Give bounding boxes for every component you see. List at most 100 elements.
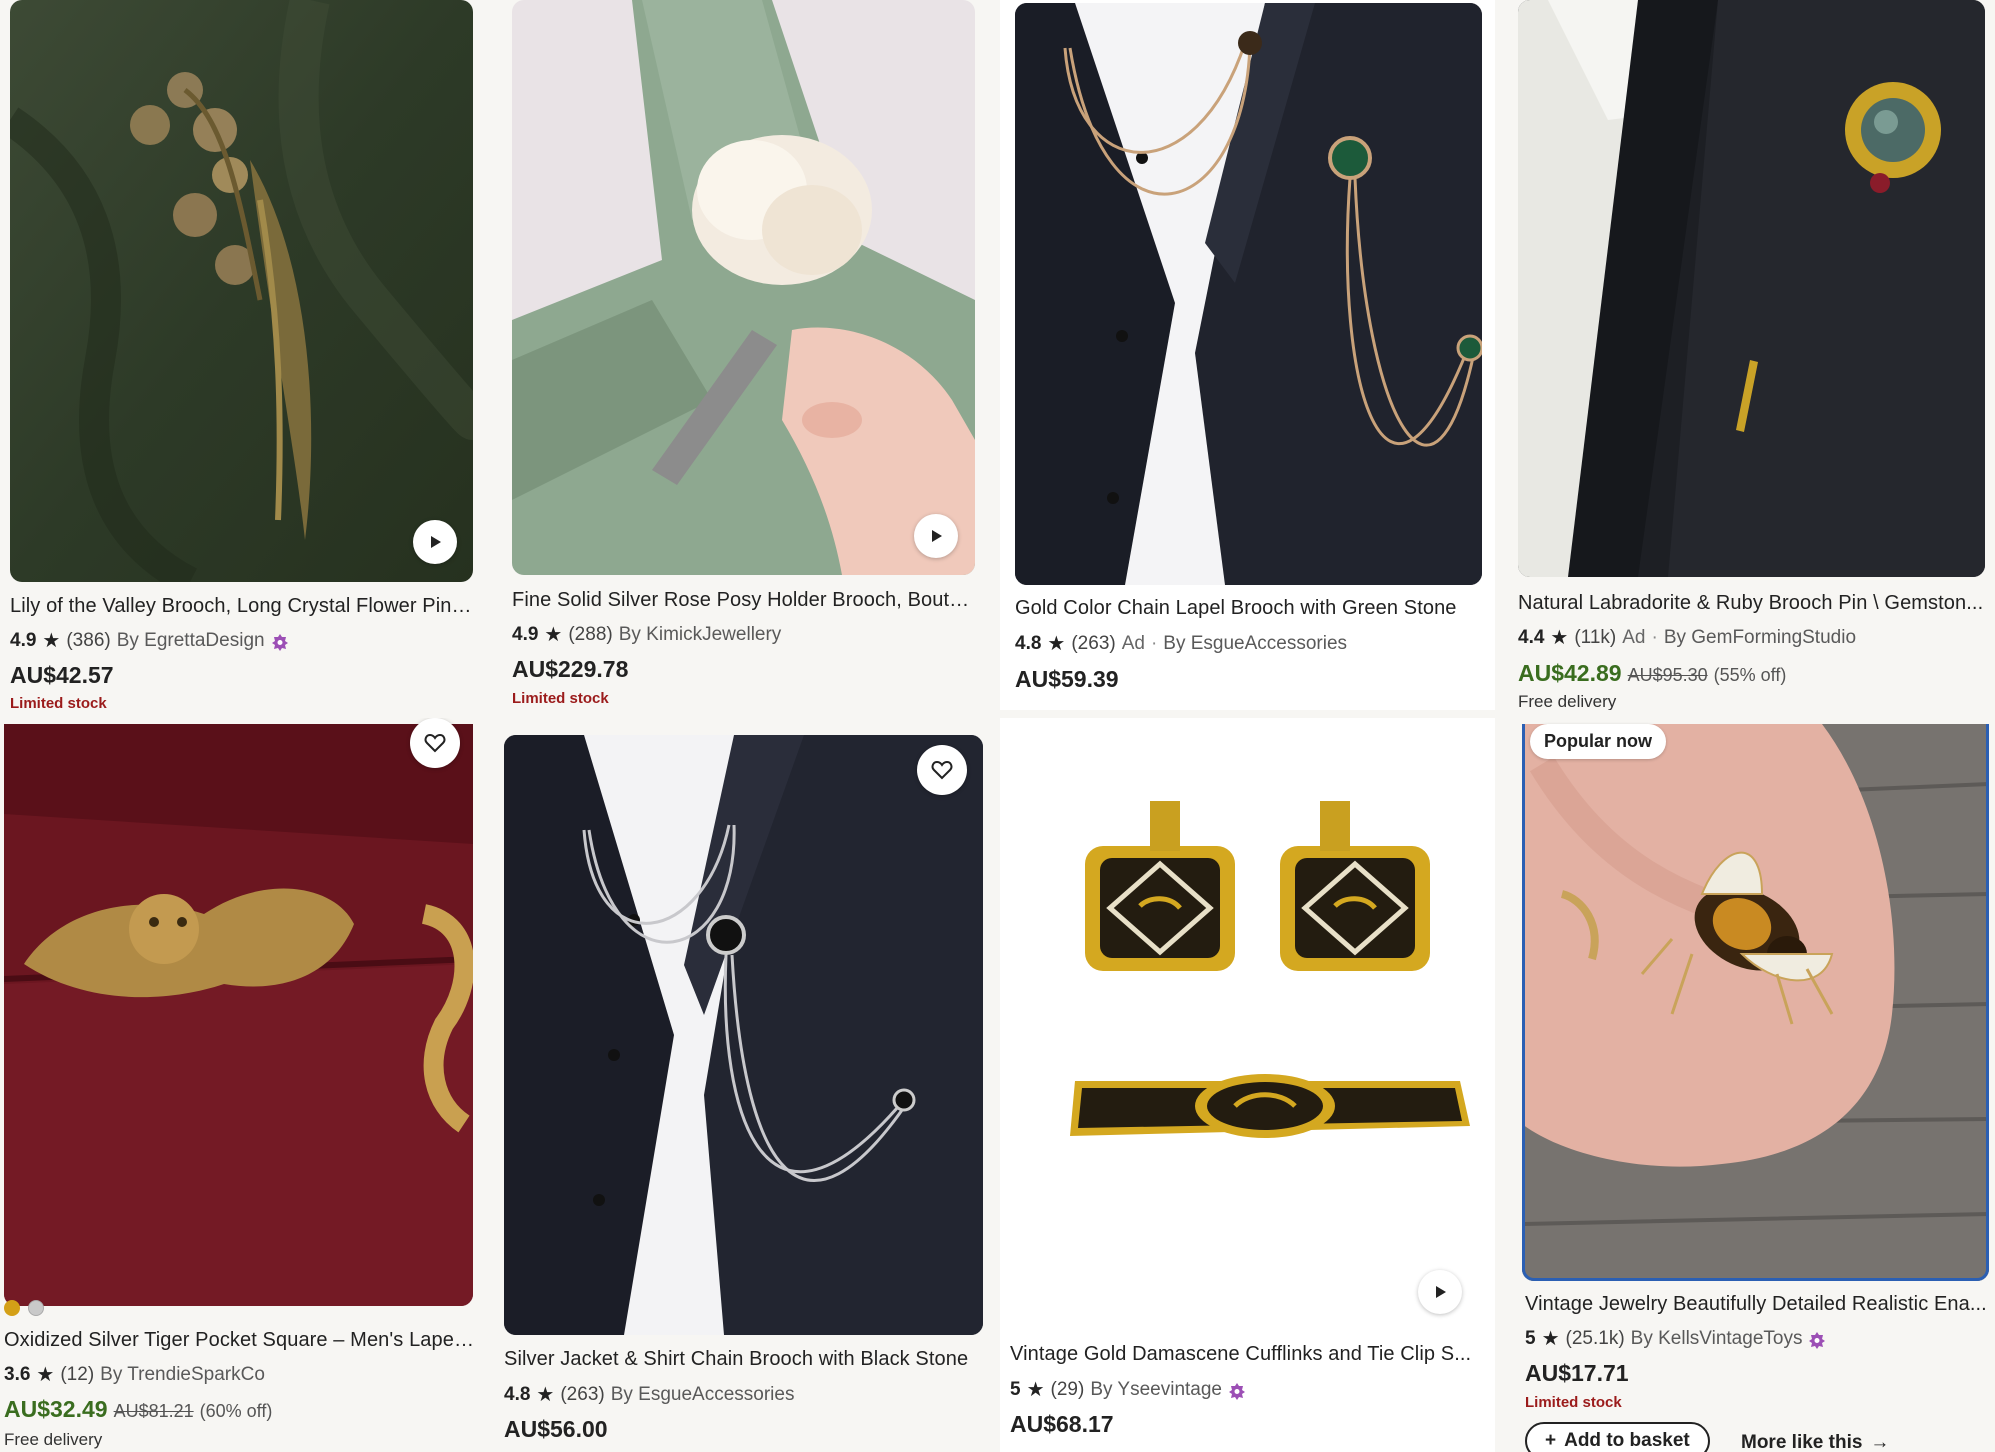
shop-name[interactable]: By KimickJewellery xyxy=(619,624,782,646)
review-count: (263) xyxy=(1071,632,1116,654)
star-seller-icon xyxy=(271,633,288,651)
shop-name[interactable]: By EsgueAccessories xyxy=(1163,633,1347,655)
listing-price: AU$68.17 xyxy=(1010,1411,1114,1438)
listing-card[interactable]: Popular now Vintage Jewelry Beautifully … xyxy=(1505,718,1995,1452)
listing-price: AU$42.89 AU$95.30 (55% off) xyxy=(1518,660,1786,687)
sale-price: AU$42.89 xyxy=(1518,660,1622,686)
color-swatch-gold[interactable] xyxy=(4,1300,20,1316)
rating-value: 4.4 xyxy=(1518,626,1545,648)
rating-value: 3.6 xyxy=(4,1363,31,1385)
listing-price: AU$59.39 xyxy=(1015,666,1119,693)
listing-meta: 5 ★ (29) By Yseevintage xyxy=(1010,1377,1246,1402)
add-to-basket-label: Add to basket xyxy=(1564,1430,1690,1451)
rating-value: 4.8 xyxy=(504,1383,531,1405)
original-price: AU$81.21 xyxy=(113,1401,194,1421)
star-icon: ★ xyxy=(544,624,563,646)
rating-value: 5 xyxy=(1525,1327,1536,1349)
popular-now-badge: Popular now xyxy=(1530,724,1666,759)
shop-name[interactable]: By Yseevintage xyxy=(1090,1379,1222,1401)
more-like-this-label: More like this xyxy=(1741,1432,1863,1452)
listing-meta: 4.9 ★ (288) By KimickJewellery xyxy=(512,622,781,647)
review-count: (11k) xyxy=(1574,626,1617,648)
color-swatch-silver[interactable] xyxy=(28,1300,44,1316)
shop-name[interactable]: By EsgueAccessories xyxy=(611,1384,795,1406)
favorite-button[interactable] xyxy=(917,745,967,795)
discount-percent: (55% off) xyxy=(1713,665,1787,685)
listing-price: AU$17.71 xyxy=(1525,1360,1629,1387)
listing-title[interactable]: Oxidized Silver Tiger Pocket Square – Me… xyxy=(4,1329,474,1352)
listing-title[interactable]: Fine Solid Silver Rose Posy Holder Brooc… xyxy=(512,589,977,612)
heart-icon xyxy=(424,733,446,753)
price-value: AU$56.00 xyxy=(504,1416,608,1442)
limited-stock-note: Limited stock xyxy=(1525,1394,1622,1411)
ad-label: Ad xyxy=(1121,632,1145,654)
listing-card[interactable]: Fine Solid Silver Rose Posy Holder Brooc… xyxy=(500,0,985,710)
favorite-button[interactable] xyxy=(410,718,460,768)
listing-image-gold-chain-brooch[interactable] xyxy=(1015,3,1482,585)
original-price: AU$95.30 xyxy=(1627,665,1708,685)
price-value: AU$59.39 xyxy=(1015,666,1119,692)
arrow-right-icon: → xyxy=(1870,1432,1890,1452)
shop-name[interactable]: By KellsVintageToys xyxy=(1631,1328,1803,1350)
ad-label: Ad xyxy=(1622,626,1646,648)
listing-meta: 4.8 ★ (263) By EsgueAccessories xyxy=(504,1382,794,1407)
sale-price: AU$32.49 xyxy=(4,1396,108,1422)
add-to-basket-button[interactable]: + Add to basket xyxy=(1525,1422,1710,1452)
listing-meta: 4.8 ★ (263) Ad · By EsgueAccessories xyxy=(1015,631,1347,656)
review-count: (12) xyxy=(60,1363,95,1385)
listing-title[interactable]: Silver Jacket & Shirt Chain Brooch with … xyxy=(504,1348,984,1371)
star-icon: ★ xyxy=(36,1364,55,1386)
listing-image-rose-brooch[interactable] xyxy=(512,0,975,575)
review-count: (288) xyxy=(568,623,613,645)
shop-name[interactable]: By GemFormingStudio xyxy=(1664,627,1856,649)
free-delivery-note: Free delivery xyxy=(1518,692,1617,710)
more-like-this-link[interactable]: More like this → xyxy=(1741,1432,1889,1452)
listing-price: AU$32.49 AU$81.21 (60% off) xyxy=(4,1396,272,1423)
listing-card[interactable]: Lily of the Valley Brooch, Long Crystal … xyxy=(0,0,485,710)
shop-name[interactable]: By EgrettaDesign xyxy=(117,630,265,652)
play-video-button[interactable] xyxy=(914,514,958,558)
color-swatches[interactable] xyxy=(4,1300,44,1316)
price-value: AU$42.57 xyxy=(10,662,114,688)
listing-meta: 5 ★ (25.1k) By KellsVintageToys xyxy=(1525,1326,1826,1351)
star-seller-icon xyxy=(1809,1331,1826,1349)
rating-value: 5 xyxy=(1010,1378,1021,1400)
limited-stock-note: Limited stock xyxy=(10,695,107,710)
listing-title[interactable]: Vintage Gold Damascene Cufflinks and Tie… xyxy=(1010,1343,1485,1366)
listing-card[interactable]: Vintage Gold Damascene Cufflinks and Tie… xyxy=(1000,718,1495,1452)
listing-price: AU$229.78 xyxy=(512,656,628,683)
price-value: AU$17.71 xyxy=(1525,1360,1629,1386)
plus-icon: + xyxy=(1545,1430,1557,1451)
listing-card[interactable]: Oxidized Silver Tiger Pocket Square – Me… xyxy=(0,718,485,1452)
star-icon: ★ xyxy=(1026,1379,1045,1401)
review-count: (25.1k) xyxy=(1565,1327,1625,1349)
listing-title[interactable]: Natural Labradorite & Ruby Brooch Pin \ … xyxy=(1518,592,1988,615)
listing-title[interactable]: Vintage Jewelry Beautifully Detailed Rea… xyxy=(1525,1293,1990,1316)
listing-title[interactable]: Lily of the Valley Brooch, Long Crystal … xyxy=(10,595,475,618)
listing-image-labradorite-brooch[interactable] xyxy=(1518,0,1985,577)
listing-image-tiger-pin[interactable] xyxy=(4,724,473,1306)
free-delivery-note: Free delivery xyxy=(4,1430,103,1449)
play-video-button[interactable] xyxy=(1418,1270,1462,1314)
price-value: AU$68.17 xyxy=(1010,1411,1114,1437)
listing-image-silver-chain-brooch[interactable] xyxy=(504,735,983,1335)
play-video-button[interactable] xyxy=(413,520,457,564)
listing-image-damascene-cufflinks[interactable] xyxy=(1010,736,1488,1331)
listing-card[interactable]: Gold Color Chain Lapel Brooch with Green… xyxy=(1000,0,1495,710)
star-icon: ★ xyxy=(1541,1328,1560,1350)
listing-image-lily-brooch[interactable] xyxy=(10,0,473,582)
listing-image-bee-brooch[interactable] xyxy=(1522,724,1989,1281)
star-seller-icon xyxy=(1229,1382,1245,1400)
price-value: AU$229.78 xyxy=(512,656,629,682)
listing-card[interactable]: Natural Labradorite & Ruby Brooch Pin \ … xyxy=(1505,0,1995,710)
star-icon: ★ xyxy=(1047,633,1066,655)
review-count: (29) xyxy=(1050,1378,1085,1400)
listing-card[interactable]: Silver Jacket & Shirt Chain Brooch with … xyxy=(495,718,990,1452)
listing-title[interactable]: Gold Color Chain Lapel Brooch with Green… xyxy=(1015,597,1485,620)
shop-name[interactable]: By TrendieSparkCo xyxy=(100,1364,265,1386)
rating-value: 4.9 xyxy=(10,629,37,651)
star-icon: ★ xyxy=(536,1384,555,1406)
listing-meta: 4.4 ★ (11k) Ad · By GemFormingStudio xyxy=(1518,625,1856,650)
listing-meta: 3.6 ★ (12) By TrendieSparkCo xyxy=(4,1362,265,1387)
play-icon xyxy=(932,530,942,542)
